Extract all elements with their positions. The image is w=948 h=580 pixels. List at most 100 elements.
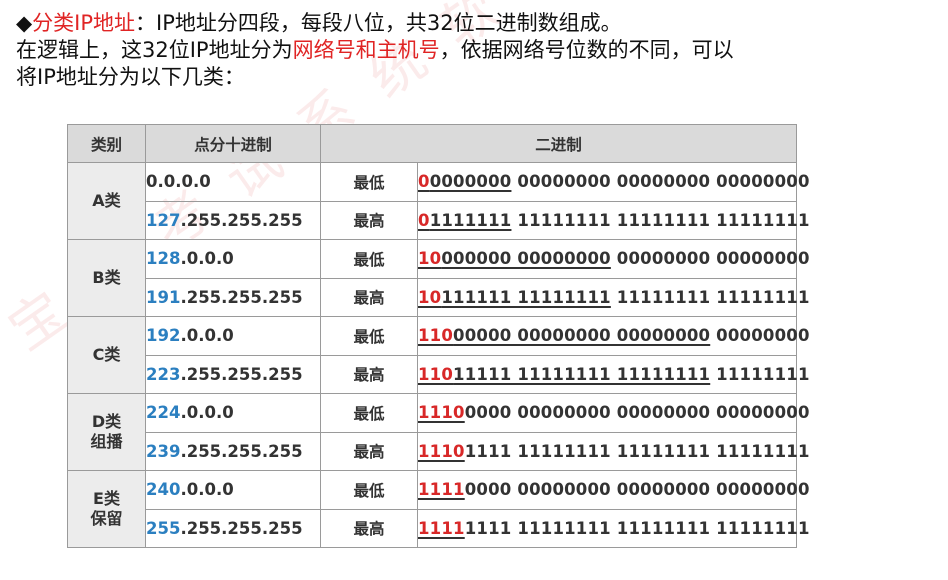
network-bits: 10111111 11111111 xyxy=(418,288,611,307)
term-classful-ip: 分类IP地址 xyxy=(32,11,136,35)
class-label: E类 保留 xyxy=(67,470,146,548)
first-octet: 192 xyxy=(146,326,181,346)
class-prefix-bits: 1110 xyxy=(418,403,465,423)
class-prefix-bits: 1110 xyxy=(418,441,465,461)
remaining-octets: .255.255.255 xyxy=(180,210,303,230)
range-level-high: 最高 xyxy=(320,354,418,394)
network-bits-rest: 111111 11111111 xyxy=(441,287,611,307)
range-level-high: 最高 xyxy=(320,277,418,317)
network-bits-rest: 1111111 xyxy=(429,210,512,230)
first-octet: 223 xyxy=(146,364,181,384)
class-label-line-1: D类 xyxy=(91,412,122,431)
remaining-octets: .255.255.255 xyxy=(180,518,303,538)
remaining-octets: .255.255.255 xyxy=(180,441,303,461)
first-octet: 224 xyxy=(146,403,181,423)
class-label: C类 xyxy=(67,316,146,394)
class-label-line-1: C类 xyxy=(92,345,121,364)
network-bits: 11011111 11111111 11111111 xyxy=(418,365,710,384)
class-prefix-bits: 10 xyxy=(418,249,442,269)
network-bits-rest: 11111 11111111 11111111 xyxy=(453,364,711,384)
host-bits: 00000000 00000000 xyxy=(610,249,810,269)
host-bits: 11111111 11111111 11111111 xyxy=(511,210,810,230)
intro-line-2-b: ，依据网络号位数的不同，可以 xyxy=(439,38,734,62)
range-level-high: 最高 xyxy=(320,508,418,548)
range-level-low: 最低 xyxy=(320,316,418,356)
dotted-decimal-high: 255.255.255.255 xyxy=(145,508,321,548)
binary-high: 11011111 11111111 11111111 11111111 xyxy=(416,354,809,394)
class-prefix-bits: 0 xyxy=(418,172,430,192)
class-label-line-1: E类 xyxy=(93,489,120,508)
dotted-decimal-low: 224.0.0.0 xyxy=(145,393,321,433)
network-bits: 10000000 00000000 xyxy=(418,249,611,268)
range-level-low: 最低 xyxy=(320,239,418,279)
dotted-decimal-high: 191.255.255.255 xyxy=(145,277,321,317)
bullet-icon: ◆ xyxy=(16,11,33,35)
dotted-decimal-low: 240.0.0.0 xyxy=(145,470,321,510)
first-octet: 128 xyxy=(146,249,181,269)
first-octet: 127 xyxy=(146,210,181,230)
binary-low: 11100000 00000000 00000000 00000000 xyxy=(416,393,809,433)
network-bits: 1110 xyxy=(418,403,465,422)
range-level-low: 最低 xyxy=(320,470,418,510)
network-bits-rest: 00000 00000000 00000000 xyxy=(453,326,711,346)
network-bits: 1110 xyxy=(418,442,465,461)
table-row: B类 128.0.0.0 最低 10000000 00000000 00000000 … xyxy=(67,239,809,317)
host-bits: 00000000 xyxy=(710,326,810,346)
range-level-high: 最高 xyxy=(320,431,418,471)
dotted-decimal-high: 223.255.255.255 xyxy=(145,354,321,394)
remaining-octets: .0.0.0 xyxy=(180,326,234,346)
range-level-low: 最低 xyxy=(320,393,418,433)
range-level-low: 最低 xyxy=(320,162,418,202)
table-row: 223.255.255.255 最高 11011111 11111111 11111… xyxy=(68,354,809,394)
first-octet: 240 xyxy=(146,480,181,500)
host-bits: 0000 00000000 00000000 00000000 xyxy=(464,403,810,423)
binary-low: 00000000 00000000 00000000 00000000 xyxy=(416,162,809,202)
header-dotted-decimal: 点分十进制 xyxy=(145,124,321,163)
class-label-line-1: A类 xyxy=(92,191,121,210)
host-bits: 0000 00000000 00000000 00000000 xyxy=(464,480,810,500)
dotted-decimal-low: 192.0.0.0 xyxy=(145,316,321,356)
network-bits-rest: 0000000 xyxy=(429,172,512,192)
class-label-line-2: 保留 xyxy=(90,509,123,528)
table-row: C类 192.0.0.0 最低 11000000 00000000 00000000 … xyxy=(67,316,809,394)
class-label-line-1: B类 xyxy=(92,268,121,287)
class-label: A类 xyxy=(67,162,146,240)
intro-text: ◆分类IP地址：IP地址分四段，每段八位，共32位二进制数组成。 在逻辑上，这3… xyxy=(16,10,941,91)
header-binary: 二进制 xyxy=(319,124,798,163)
host-bits: 11111111 xyxy=(710,364,810,384)
first-octet: 191 xyxy=(146,287,181,307)
binary-low: 10000000 00000000 00000000 00000000 xyxy=(416,239,809,279)
class-label: D类 组播 xyxy=(67,393,146,471)
remaining-octets: 0.0.0.0 xyxy=(146,172,211,192)
ip-class-table: 类别 点分十进制 二进制 A类 0.0.0.0 最低 00000000 0000000… xyxy=(67,124,809,548)
binary-low: 11000000 00000000 00000000 00000000 xyxy=(416,316,809,356)
remaining-octets: .0.0.0 xyxy=(180,249,234,269)
class-prefix-bits: 1111 xyxy=(418,518,465,538)
intro-line-3: 将IP地址分为以下几类： xyxy=(16,65,245,89)
network-bits: 01111111 xyxy=(418,211,511,230)
class-label-line-2: 组播 xyxy=(90,432,123,451)
table-row: 239.255.255.255 最高 11101111 11111111 11111… xyxy=(68,431,809,471)
class-prefix-bits: 0 xyxy=(418,210,430,230)
remaining-octets: .255.255.255 xyxy=(180,364,303,384)
host-bits: 00000000 00000000 00000000 xyxy=(511,172,810,192)
dotted-decimal-low: 0.0.0.0 xyxy=(145,162,321,202)
binary-high: 11101111 11111111 11111111 11111111 xyxy=(416,431,809,471)
range-level-high: 最高 xyxy=(320,200,418,240)
intro-line-1-rest: ：IP地址分四段，每段八位，共32位二进制数组成。 xyxy=(135,11,622,35)
binary-low: 11110000 00000000 00000000 00000000 xyxy=(416,470,809,510)
network-bits: 00000000 xyxy=(418,172,511,191)
binary-high: 10111111 11111111 11111111 11111111 xyxy=(416,277,809,317)
network-bits: 11000000 00000000 00000000 xyxy=(418,326,710,345)
host-bits: 1111 11111111 11111111 11111111 xyxy=(464,518,810,538)
table-row: 191.255.255.255 最高 10111111 11111111 11111… xyxy=(68,277,809,317)
binary-high: 01111111 11111111 11111111 11111111 xyxy=(416,200,809,240)
intro-line-2: 在逻辑上，这32位IP地址分为网络号和主机号，依据网络号位数的不同，可以 xyxy=(16,37,941,64)
class-prefix-bits: 1111 xyxy=(418,480,465,500)
network-bits: 1111 xyxy=(418,519,465,538)
intro-line-1: ◆分类IP地址：IP地址分四段，每段八位，共32位二进制数组成。 xyxy=(16,10,941,37)
remaining-octets: .0.0.0 xyxy=(180,480,234,500)
binary-high: 11111111 11111111 11111111 11111111 xyxy=(416,508,809,548)
host-bits: 1111 11111111 11111111 11111111 xyxy=(464,441,810,461)
remaining-octets: .0.0.0 xyxy=(180,403,234,423)
